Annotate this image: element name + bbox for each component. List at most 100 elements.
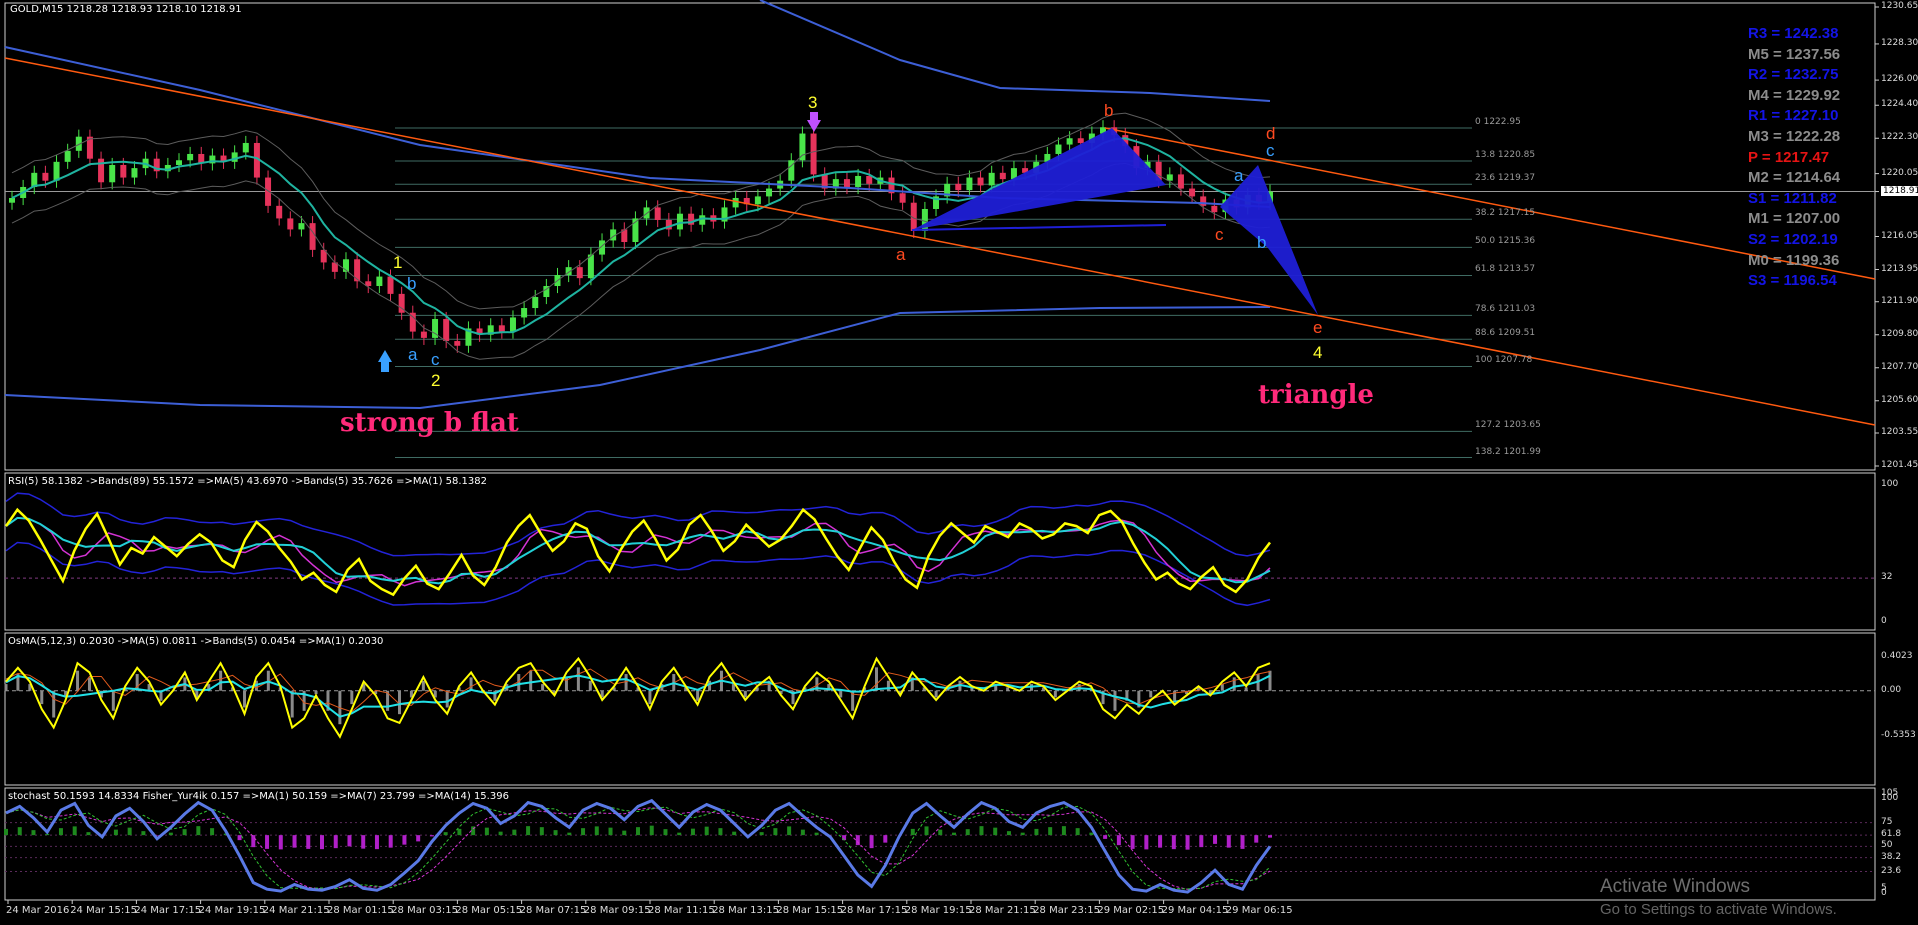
- wave-label-e2: e: [1313, 318, 1323, 337]
- fib-level-label: 88.6 1209.51: [1475, 328, 1536, 339]
- time-axis-label: 28 Mar 13:15: [712, 905, 779, 916]
- price-axis-label: 1220.05: [1881, 167, 1918, 178]
- pivot-level-label: P = 1217.47: [1748, 148, 1830, 166]
- candle-body: [175, 160, 182, 165]
- candle-body: [866, 175, 873, 184]
- candle-body: [843, 179, 850, 187]
- fib-level-label: 138.2 1201.99: [1475, 446, 1541, 457]
- candle-body: [966, 177, 973, 191]
- pivot-level-label: S2 = 1202.19: [1748, 231, 1838, 248]
- candle-body: [1177, 174, 1184, 189]
- candle-body: [988, 172, 995, 186]
- time-axis-label: 24 Mar 21:15: [262, 905, 330, 916]
- time-axis-label: 28 Mar 07:15: [519, 905, 587, 916]
- osma-axis-label: 0.4023: [1881, 651, 1913, 662]
- panel-frame-2: [4, 472, 1876, 631]
- candle-body: [64, 150, 71, 162]
- time-axis-label: 29 Mar 06:15: [1225, 905, 1293, 916]
- price-axis-label: 1228.30: [1881, 37, 1918, 48]
- outer-band-upper: [759, 0, 1271, 102]
- time-axis-label: 24 Mar 15:15: [70, 905, 137, 916]
- candle-body: [109, 164, 116, 183]
- fib-level-label: 23.6 1219.37: [1475, 173, 1536, 184]
- candle-body: [1189, 188, 1196, 197]
- pivot-level-label: M3 = 1222.28: [1748, 128, 1841, 145]
- wave-label-c3: c: [1266, 141, 1275, 160]
- stochastic-header: stochast 50.1593 14.8334 Fisher_Yur4ik 0…: [8, 791, 509, 802]
- candle-body: [298, 223, 305, 230]
- rsi-axis-label: 0: [1881, 616, 1887, 626]
- fib-level-label: 50.0 1215.36: [1475, 236, 1536, 247]
- price-axis-label: 1224.40: [1881, 99, 1918, 110]
- candle-body: [999, 172, 1006, 180]
- candle-body: [420, 331, 427, 338]
- stoch-axis-label: 75: [1881, 816, 1893, 827]
- up-arrow-marker: [378, 350, 392, 372]
- candle-body: [977, 177, 984, 186]
- candle-body: [187, 153, 194, 161]
- candle-body: [242, 142, 249, 153]
- panel-frame-3: [4, 632, 1876, 786]
- price-axis-label: 1226.00: [1881, 74, 1918, 85]
- price-axis-label: 1222.30: [1881, 132, 1918, 143]
- candle-body: [443, 319, 450, 342]
- candle-body: [1077, 138, 1084, 143]
- annotation-triangle: triangle: [1258, 380, 1374, 410]
- candle-body: [532, 297, 539, 309]
- stoch-axis-label: 38.2: [1881, 851, 1902, 862]
- stoch-axis-label: 100: [1881, 792, 1899, 803]
- candle-body: [732, 197, 739, 208]
- wave-label-c2: c: [1215, 225, 1224, 244]
- stoch-signal-line: [5, 805, 1271, 890]
- time-axis-label: 28 Mar 17:15: [840, 905, 908, 916]
- wave-label-b2: b: [1104, 101, 1114, 120]
- osma-header: OsMA(5,12,3) 0.2030 ->MA(5) 0.0811 ->Ban…: [8, 636, 384, 647]
- stoch-axis-label: 50: [1881, 840, 1893, 851]
- down-arrow-marker: [807, 112, 821, 132]
- time-axis-label: 28 Mar 15:15: [776, 905, 844, 916]
- candle-body: [766, 188, 773, 197]
- time-axis-label: 24 Mar 19:15: [198, 905, 266, 916]
- osma-axis-label: 0.00: [1881, 684, 1902, 695]
- outer-band-lower: [4, 306, 1271, 410]
- pivot-level-label: M5 = 1237.56: [1748, 45, 1841, 63]
- candle-body: [42, 172, 49, 181]
- osma-axis-label: -0.5353: [1881, 729, 1916, 740]
- time-axis-label: 29 Mar 02:15: [1097, 905, 1165, 916]
- price-axis-label: 1207.70: [1881, 361, 1918, 372]
- price-axis-label: 1203.55: [1881, 426, 1918, 437]
- panel-frame-4: [4, 787, 1876, 901]
- fib-level-label: 0 1222.95: [1475, 117, 1521, 128]
- time-axis-label: 29 Mar 04:15: [1161, 905, 1229, 916]
- candle-body: [810, 133, 817, 175]
- price-axis-label: 1211.90: [1881, 295, 1918, 306]
- rsi-line: [4, 507, 1271, 597]
- fib-level-label: 78.6 1211.03: [1475, 304, 1536, 315]
- wave-label-a1: a: [408, 345, 418, 364]
- time-axis-label: 28 Mar 11:15: [648, 905, 715, 916]
- fib-level-label: 38.2 1217.15: [1475, 208, 1536, 219]
- pivot-level-label: M0 = 1199.36: [1748, 251, 1840, 269]
- trading-chart-window: GOLD,M15 1218.28 1218.93 1218.10 1218.91…: [0, 0, 1918, 925]
- stoch-axis-label: 0: [1881, 888, 1887, 898]
- windows-watermark-title: Activate Windows: [1600, 876, 1750, 897]
- candle-body: [287, 218, 294, 230]
- pivot-level-label: R1 = 1227.10: [1748, 107, 1839, 125]
- price-axis-label: 1218.91: [1881, 185, 1918, 196]
- candle-body: [509, 317, 516, 332]
- candle-body: [276, 205, 283, 219]
- wave-label-b1: b: [407, 274, 417, 293]
- candle-body: [1200, 196, 1207, 206]
- annotation-strong-b-flat: strong b flat: [340, 408, 519, 438]
- fib-level-label: 100 1207.78: [1475, 355, 1533, 366]
- pivot-level-label: R3 = 1242.38: [1748, 25, 1839, 42]
- wave-label-b3: b: [1257, 233, 1267, 252]
- candle-body: [53, 161, 60, 181]
- time-axis-label: 28 Mar 23:15: [1033, 905, 1100, 916]
- wave-label-a3: a: [1234, 166, 1244, 185]
- time-axis-label: 28 Mar 09:15: [583, 905, 651, 916]
- candle-body: [855, 175, 862, 187]
- price-axis-label: 1201.45: [1881, 460, 1918, 470]
- candle-body: [955, 183, 962, 191]
- price-chart-svg[interactable]: [0, 0, 1918, 925]
